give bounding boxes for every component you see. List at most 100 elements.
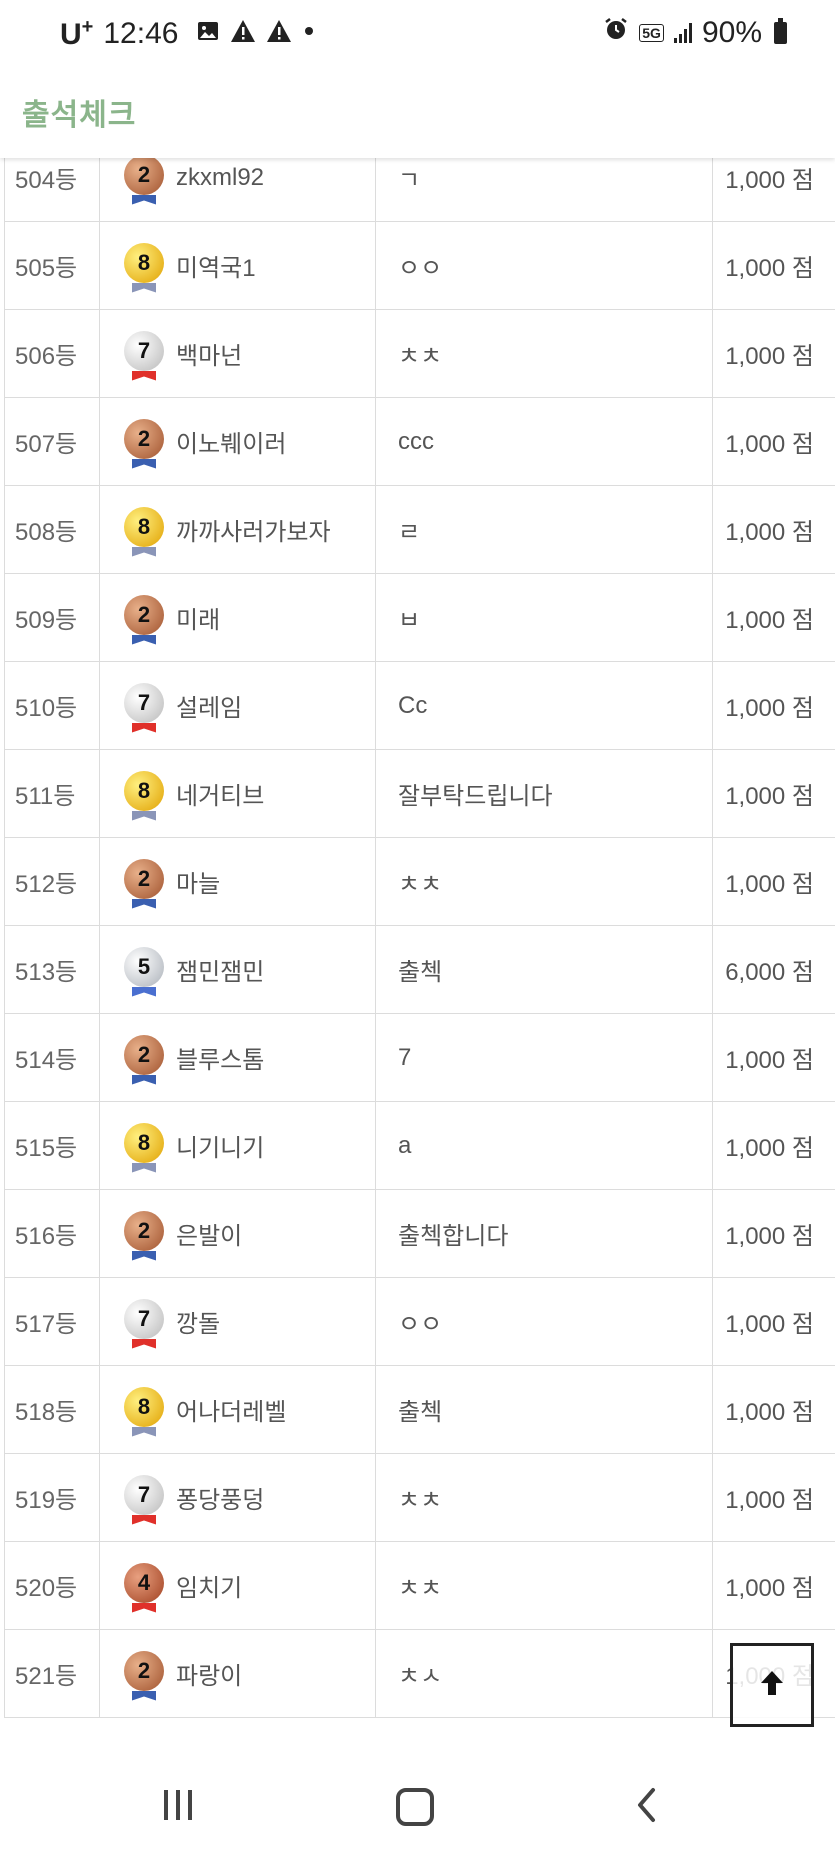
- table-row: 518등 8 어나더레벨 출첵 1,000 점: [4, 1365, 835, 1454]
- battery-percent: 90%: [701, 16, 762, 49]
- message-cell: ㅂ: [375, 573, 713, 662]
- recent-apps-icon[interactable]: [164, 1790, 192, 1820]
- level-badge-icon: 2: [124, 418, 164, 459]
- username[interactable]: 잼민잼민: [176, 952, 264, 987]
- user-info: 2 파랑이: [100, 1650, 375, 1697]
- table-row: 506등 7 백마넌 ㅊㅊ 1,000 점: [4, 309, 835, 398]
- message-cell: ㅇㅇ: [375, 1277, 713, 1366]
- table-row: 505등 8 미역국1 ㅇㅇ 1,000 점: [4, 221, 835, 310]
- alarm-icon: [603, 16, 629, 50]
- username[interactable]: 미역국1: [176, 248, 256, 283]
- points-cell: 1,000 점: [712, 1277, 835, 1366]
- user-info: 5 잼민잼민: [100, 946, 375, 993]
- level-badge-icon: 2: [124, 858, 164, 899]
- rank-cell: 511등: [4, 749, 100, 838]
- username[interactable]: 블루스톰: [176, 1040, 264, 1075]
- user-info: 8 까까사러가보자: [100, 506, 375, 553]
- user-cell: 2 미래: [99, 573, 376, 662]
- username[interactable]: 백마넌: [176, 336, 242, 371]
- table-row: 510등 7 설레임 Cc 1,000 점: [4, 661, 835, 750]
- arrow-up-icon: [757, 1668, 787, 1703]
- user-info: 8 어나더레벨: [100, 1386, 375, 1433]
- rank-cell: 520등: [4, 1541, 100, 1630]
- message-cell: 잘부탁드립니다: [375, 749, 713, 838]
- table-row: 514등 2 블루스톰 7 1,000 점: [4, 1013, 835, 1102]
- user-cell: 7 백마넌: [99, 309, 376, 398]
- username[interactable]: 미래: [176, 600, 220, 635]
- points-cell: 1,000 점: [712, 1013, 835, 1102]
- user-cell: 2 마늘: [99, 837, 376, 926]
- ranking-table-container[interactable]: 503등81,000 점504등2zkxml92ㄱ1,000 점505등8미역국…: [0, 106, 835, 1751]
- message-cell: ㅊㅅ: [375, 1629, 713, 1718]
- user-cell: 8 니기니기: [99, 1101, 376, 1190]
- username[interactable]: 퐁당풍덩: [176, 1480, 264, 1515]
- level-badge-icon: 2: [124, 1650, 164, 1691]
- points-cell: 1,000 점: [712, 1541, 835, 1630]
- rank-cell: 506등: [4, 309, 100, 398]
- message-cell: 7: [375, 1013, 713, 1102]
- rank-cell: 518등: [4, 1365, 100, 1454]
- points-cell: 1,000 점: [712, 661, 835, 750]
- level-badge-icon: 8: [124, 1122, 164, 1163]
- table-row: 515등 8 니기니기 a 1,000 점: [4, 1101, 835, 1190]
- message-cell: ㅊㅊ: [375, 1541, 713, 1630]
- table-row: 521등2파랑이ㅊㅅ1,000 점: [4, 1629, 835, 1718]
- rank-cell: 513등: [4, 925, 100, 1014]
- user-cell: 2 이노붸이러: [99, 397, 376, 486]
- username[interactable]: 임치기: [176, 1568, 242, 1603]
- user-info: 7 설레임: [100, 682, 375, 729]
- username[interactable]: 깡돌: [176, 1304, 220, 1339]
- level-badge-icon: 8: [124, 770, 164, 811]
- table-row: 509등 2 미래 ㅂ 1,000 점: [4, 573, 835, 662]
- rank-cell: 512등: [4, 837, 100, 926]
- scroll-to-top-button[interactable]: [730, 1643, 814, 1727]
- level-badge-icon: 7: [124, 330, 164, 371]
- rank-cell: 510등: [4, 661, 100, 750]
- rank-cell: 509등: [4, 573, 100, 662]
- points-cell: 1,000 점: [712, 749, 835, 838]
- rank-cell: 505등: [4, 221, 100, 310]
- username[interactable]: 설레임: [176, 688, 242, 723]
- user-info: 2 마늘: [100, 858, 375, 905]
- dot-icon: [302, 19, 316, 50]
- username[interactable]: 네거티브: [176, 776, 264, 811]
- points-cell: 1,000 점: [712, 573, 835, 662]
- app-header: 출석체크: [0, 72, 835, 158]
- user-info: 7 깡돌: [100, 1298, 375, 1345]
- home-icon[interactable]: [396, 1788, 434, 1826]
- username[interactable]: 마늘: [176, 864, 220, 899]
- warning-icon: [230, 19, 256, 50]
- username[interactable]: 까까사러가보자: [176, 512, 331, 547]
- message-cell: ㅇㅇ: [375, 221, 713, 310]
- table-row: 512등 2 마늘 ㅊㅊ 1,000 점: [4, 837, 835, 926]
- user-cell: 7 퐁당풍덩: [99, 1453, 376, 1542]
- message-cell: 출첵: [375, 1365, 713, 1454]
- user-info: 7 퐁당풍덩: [100, 1474, 375, 1521]
- level-badge-icon: 8: [124, 506, 164, 547]
- user-info: 8 니기니기: [100, 1122, 375, 1169]
- network-type: 5G: [639, 24, 664, 42]
- status-time: 12:46: [103, 17, 179, 50]
- user-info: 8 미역국1: [100, 242, 375, 289]
- message-cell: ccc: [375, 397, 713, 486]
- username[interactable]: 파랑이: [176, 1656, 242, 1691]
- user-info: 2 은발이: [100, 1210, 375, 1257]
- message-cell: ㅊㅊ: [375, 1453, 713, 1542]
- username[interactable]: 어나더레벨: [176, 1392, 286, 1427]
- system-nav-bar: [0, 1751, 835, 1856]
- username[interactable]: zkxml92: [176, 164, 264, 192]
- user-info: 2 블루스톰: [100, 1034, 375, 1081]
- message-cell: 출첵합니다: [375, 1189, 713, 1278]
- username[interactable]: 은발이: [176, 1216, 242, 1251]
- user-cell: 2 파랑이: [99, 1629, 376, 1718]
- username[interactable]: 니기니기: [176, 1128, 264, 1163]
- back-icon[interactable]: [635, 1787, 659, 1828]
- rank-cell: 519등: [4, 1453, 100, 1542]
- user-cell: 7 깡돌: [99, 1277, 376, 1366]
- table-row: 517등 7 깡돌 ㅇㅇ 1,000 점: [4, 1277, 835, 1366]
- points-cell: 1,000 점: [712, 837, 835, 926]
- status-right: 5G 90%: [603, 16, 787, 50]
- level-badge-icon: 7: [124, 1474, 164, 1515]
- username[interactable]: 이노붸이러: [176, 424, 286, 459]
- message-cell: Cc: [375, 661, 713, 750]
